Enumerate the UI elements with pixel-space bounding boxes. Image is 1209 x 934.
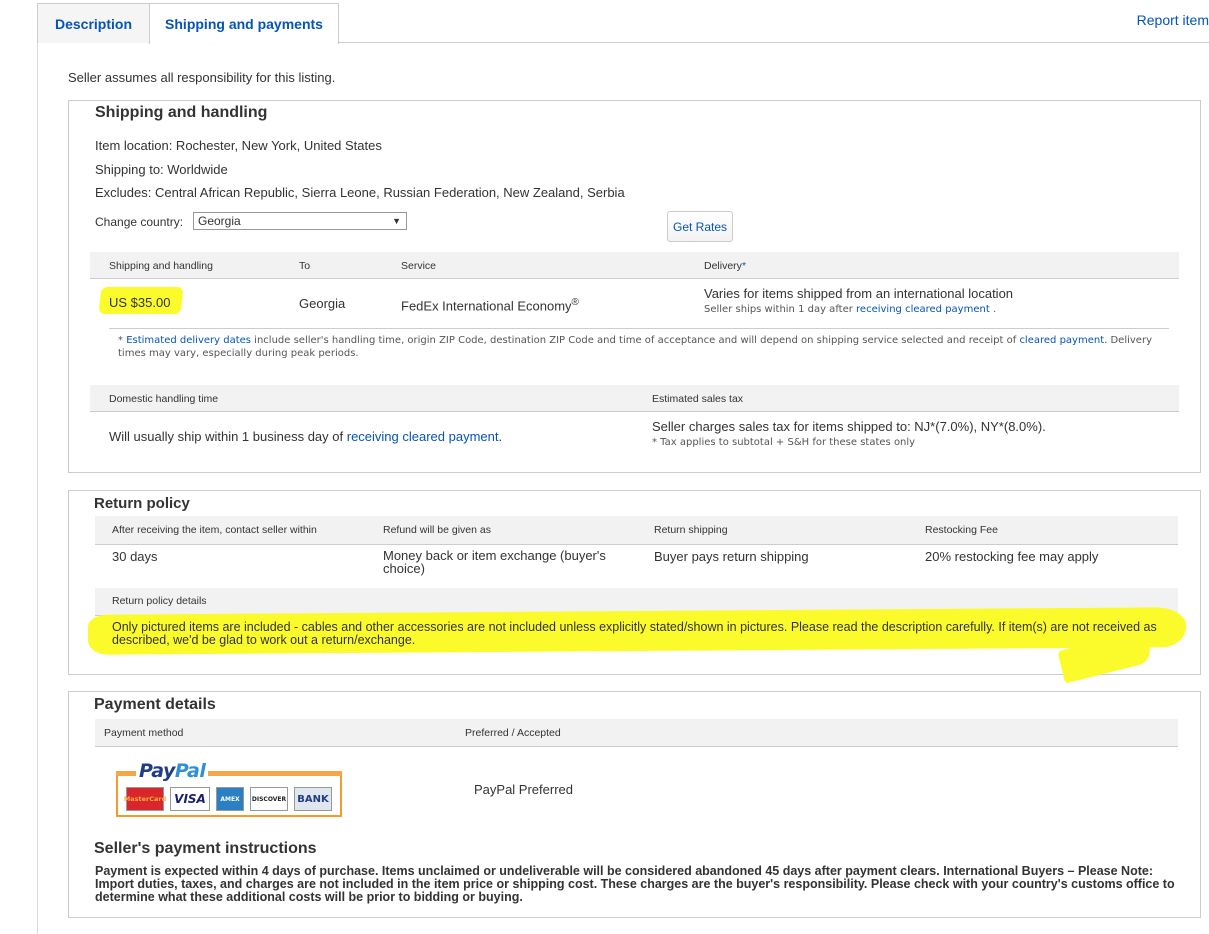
shipping-to-country: Georgia xyxy=(299,296,346,311)
payment-title: Payment details xyxy=(94,696,216,713)
return-days: 30 days xyxy=(112,549,158,564)
mastercard-icon: MasterCard xyxy=(124,787,166,811)
tab-shipping-and-payments[interactable]: Shipping and payments xyxy=(149,3,339,44)
handling-cleared-payment-link[interactable]: receiving cleared payment xyxy=(347,429,499,444)
delivery-footnote: * Estimated delivery dates include selle… xyxy=(118,335,1152,359)
th-return-shipping: Return shipping xyxy=(654,524,728,536)
return-policy-title: Return policy xyxy=(94,495,190,512)
th-shipping: Shipping and handling xyxy=(109,260,213,272)
payment-table-header xyxy=(95,719,1178,747)
payment-instructions-title: Seller's payment instructions xyxy=(94,840,317,857)
estimated-delivery-dates-link[interactable]: Estimated delivery dates xyxy=(126,335,251,346)
shipping-price: US $35.00 xyxy=(109,295,171,310)
responsibility-text: Seller assumes all responsibility for th… xyxy=(68,70,336,85)
shipping-title: Shipping and handling xyxy=(95,104,268,121)
paypal-wordmark: PayPal xyxy=(136,760,209,782)
sales-tax-note: * Tax applies to subtotal + S&H for thes… xyxy=(652,437,916,448)
th-service: Service xyxy=(401,260,437,272)
delivery-text: Varies for items shipped from an interna… xyxy=(704,286,1014,301)
shipping-to: Shipping to: Worldwide xyxy=(95,162,228,177)
handling-table-header xyxy=(90,385,1179,412)
th-payment-method: Payment method xyxy=(104,727,184,739)
th-estimated-tax: Estimated sales tax xyxy=(652,393,744,405)
handling-time: Will usually ship within 1 business day … xyxy=(109,429,503,444)
chevron-down-icon: ▼ xyxy=(392,216,401,226)
discover-icon: DISCOVER xyxy=(250,787,288,811)
country-selected-value: Georgia xyxy=(198,214,241,228)
excludes: Excludes: Central African Republic, Sier… xyxy=(95,185,625,200)
country-select[interactable]: Georgia ▼ xyxy=(193,212,407,230)
cleared-payment-link[interactable]: cleared payment xyxy=(1019,335,1104,346)
th-restocking-fee: Restocking Fee xyxy=(925,524,998,536)
shipping-table-header xyxy=(90,252,1179,279)
visa-icon: VISA xyxy=(170,787,210,811)
return-shipping-payer: Buyer pays return shipping xyxy=(654,549,809,564)
shipping-service: FedEx International Economy® xyxy=(401,297,579,314)
bank-icon: BANK xyxy=(294,787,332,811)
delivery-note: Seller ships within 1 day after receivin… xyxy=(704,304,997,315)
change-country-label: Change country: xyxy=(95,215,184,229)
divider xyxy=(109,328,1169,329)
th-contact-within: After receiving the item, contact seller… xyxy=(112,524,317,536)
refund-type: Money back or item exchange (buyer's cho… xyxy=(383,548,606,576)
shipping-section xyxy=(68,100,1201,473)
payment-instructions-text: Payment is expected within 4 days of pur… xyxy=(95,864,1175,904)
tab-bar: Description Shipping and payments Report… xyxy=(37,0,1209,44)
sales-tax-text: Seller charges sales tax for items shipp… xyxy=(652,419,1046,434)
th-delivery: Delivery* xyxy=(704,260,747,272)
th-refund-as: Refund will be given as xyxy=(383,524,491,536)
item-location: Item location: Rochester, New York, Unit… xyxy=(95,138,382,153)
get-rates-button[interactable]: Get Rates xyxy=(667,211,733,242)
report-item-link[interactable]: Report item xyxy=(1137,12,1209,28)
return-details-text: Only pictured items are included - cable… xyxy=(112,620,1157,647)
paypal-logo: PayPal MasterCard VISA AMEX DISCOVER BAN… xyxy=(116,760,342,817)
restocking-fee: 20% restocking fee may apply xyxy=(925,549,1099,564)
th-to: To xyxy=(299,260,311,272)
amex-icon: AMEX xyxy=(216,787,244,811)
th-preferred-accepted: Preferred / Accepted xyxy=(465,727,561,739)
th-return-details: Return policy details xyxy=(112,595,207,607)
paypal-preferred: PayPal Preferred xyxy=(474,782,573,797)
th-domestic-handling: Domestic handling time xyxy=(109,393,219,405)
tab-description[interactable]: Description xyxy=(37,3,150,43)
receiving-cleared-payment-link[interactable]: receiving cleared payment xyxy=(856,304,990,315)
